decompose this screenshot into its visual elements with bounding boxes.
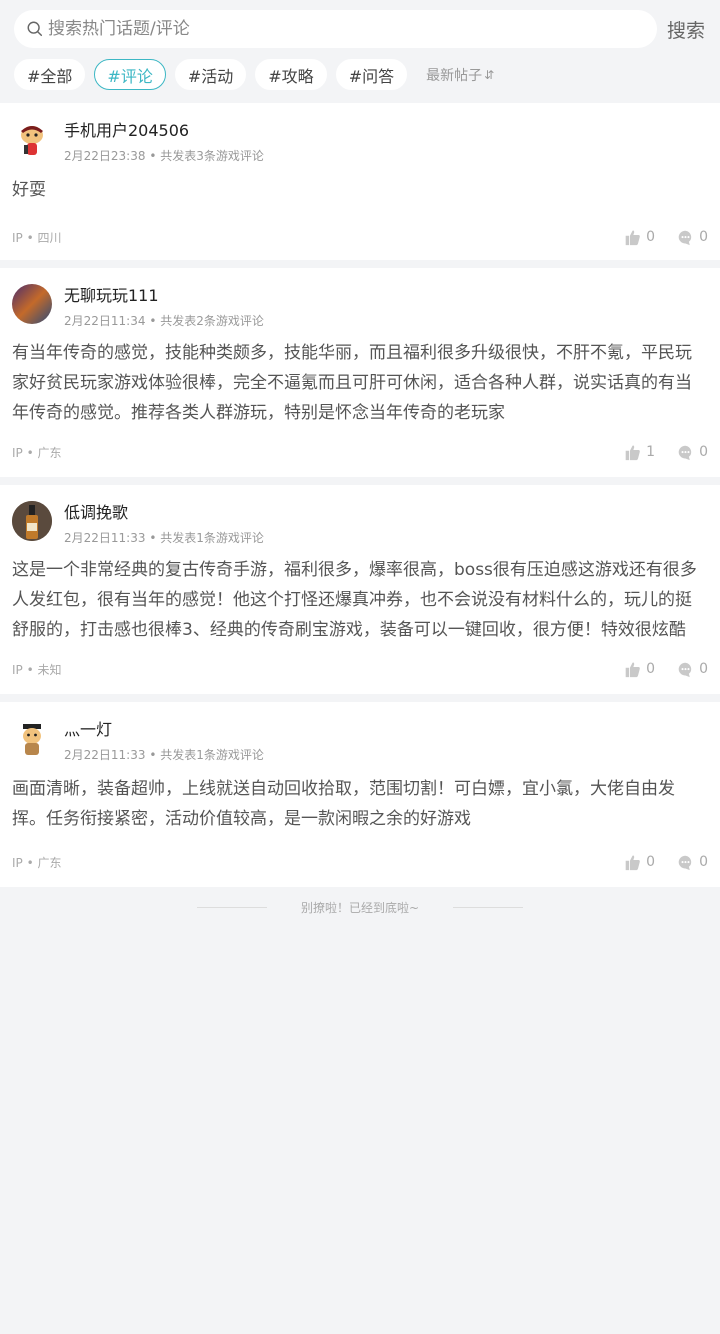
ip-location: IP • 未知 <box>12 662 62 677</box>
comment-icon <box>678 855 692 870</box>
post-header: 灬一灯 2月22日11:33 • 共发表1条游戏评论 <box>12 702 708 772</box>
post-actions: 0 0 <box>602 229 708 246</box>
comment-count: 0 <box>699 661 708 677</box>
review-count: • 共发表3条游戏评论 <box>149 149 264 163</box>
post-date: 2月22日11:34 <box>64 314 146 328</box>
comment-button[interactable]: 0 <box>677 444 708 461</box>
user-info: 手机用户204506 2月22日23:38 • 共发表3条游戏评论 <box>64 119 264 173</box>
avatar[interactable] <box>12 119 52 159</box>
post-actions: 0 0 <box>602 854 708 871</box>
like-count: 0 <box>646 229 656 245</box>
username[interactable]: 无聊玩玩111 <box>64 284 264 308</box>
comment-icon <box>678 445 692 460</box>
like-button[interactable]: 0 <box>624 229 655 246</box>
post-meta: 2月22日11:33 • 共发表1条游戏评论 <box>64 529 264 546</box>
review-count: • 共发表1条游戏评论 <box>149 748 264 762</box>
username[interactable]: 灬一灯 <box>64 718 264 742</box>
like-button[interactable]: 1 <box>624 444 655 461</box>
like-button[interactable]: 0 <box>624 854 655 871</box>
divider <box>453 906 524 908</box>
username[interactable]: 低调挽歌 <box>64 501 264 525</box>
like-button[interactable]: 0 <box>624 661 655 678</box>
comment-count: 0 <box>699 444 708 460</box>
thumbs-up-icon <box>625 854 640 870</box>
comment-button[interactable]: 0 <box>677 661 708 678</box>
post-card[interactable]: 无聊玩玩111 2月22日11:34 • 共发表2条游戏评论 有当年传奇的感觉，… <box>0 268 720 477</box>
tab-review[interactable]: #评论 <box>94 59 166 90</box>
post-actions: 0 0 <box>602 661 708 678</box>
thumbs-up-icon <box>625 444 640 460</box>
username[interactable]: 手机用户204506 <box>64 119 264 143</box>
thumbs-up-icon <box>625 229 640 245</box>
post-date: 2月22日11:33 <box>64 531 146 545</box>
post-meta: 2月22日11:33 • 共发表1条游戏评论 <box>64 746 264 763</box>
user-info: 低调挽歌 2月22日11:33 • 共发表1条游戏评论 <box>64 501 264 555</box>
avatar[interactable] <box>12 284 52 324</box>
tab-guide[interactable]: #攻略 <box>255 59 327 90</box>
comment-icon <box>678 230 692 245</box>
post-content[interactable]: 画面清晰，装备超帅，上线就送自动回收拾取，范围切割！可白嫖，宜小氯，大佬自由发挥… <box>12 772 708 838</box>
comment-count: 0 <box>699 854 708 870</box>
post-meta: 2月22日23:38 • 共发表3条游戏评论 <box>64 147 264 164</box>
search-row: 搜索 <box>14 10 720 48</box>
review-count: • 共发表1条游戏评论 <box>149 531 264 545</box>
post-card[interactable]: 手机用户204506 2月22日23:38 • 共发表3条游戏评论 好耍 IP … <box>0 103 720 260</box>
comment-count: 0 <box>699 229 708 245</box>
avatar[interactable] <box>12 718 52 758</box>
ip-location: IP • 四川 <box>12 230 62 245</box>
ip-location: IP • 广东 <box>12 855 62 870</box>
search-icon <box>27 21 43 37</box>
post-date: 2月22日23:38 <box>64 149 146 163</box>
search-button[interactable]: 搜索 <box>667 16 705 43</box>
user-info: 灬一灯 2月22日11:33 • 共发表1条游戏评论 <box>64 718 264 772</box>
ip-location: IP • 广东 <box>12 445 62 460</box>
post-header: 低调挽歌 2月22日11:33 • 共发表1条游戏评论 <box>12 485 708 555</box>
thumbs-up-icon <box>625 661 640 677</box>
comment-icon <box>678 662 692 677</box>
search-box[interactable] <box>14 10 657 48</box>
avatar[interactable] <box>12 501 52 541</box>
post-footer: IP • 未知 0 0 <box>12 645 708 693</box>
tab-activity[interactable]: #活动 <box>174 59 247 90</box>
post-actions: 1 0 <box>602 444 708 461</box>
post-content[interactable]: 有当年传奇的感觉，技能种类颇多，技能华丽，而且福利很多升级很快，不肝不氪，平民玩… <box>12 338 708 428</box>
comment-button[interactable]: 0 <box>677 854 708 871</box>
topic-tabs: #全部 #评论 #活动 #攻略 #问答 最新帖子 ⇵ <box>14 59 720 90</box>
sort-dropdown[interactable]: 最新帖子 ⇵ <box>426 65 494 85</box>
post-footer: IP • 广东 0 0 <box>12 838 708 886</box>
divider <box>196 906 267 908</box>
post-card[interactable]: 低调挽歌 2月22日11:33 • 共发表1条游戏评论 这是一个非常经典的复古传… <box>0 485 720 694</box>
sort-arrows-icon: ⇵ <box>484 67 495 82</box>
end-of-list: 别撩啦！已经到底啦~ <box>0 887 720 927</box>
user-info: 无聊玩玩111 2月22日11:34 • 共发表2条游戏评论 <box>64 284 264 338</box>
post-header: 无聊玩玩111 2月22日11:34 • 共发表2条游戏评论 <box>12 268 708 338</box>
review-count: • 共发表2条游戏评论 <box>149 314 264 328</box>
post-meta: 2月22日11:34 • 共发表2条游戏评论 <box>64 312 264 329</box>
comment-button[interactable]: 0 <box>677 229 708 246</box>
post-content[interactable]: 这是一个非常经典的复古传奇手游，福利很多，爆率很高，boss很有压迫感这游戏还有… <box>12 555 708 645</box>
tab-qa[interactable]: #问答 <box>335 59 408 90</box>
search-input[interactable] <box>48 19 628 39</box>
like-count: 1 <box>646 444 656 460</box>
tab-all[interactable]: #全部 <box>14 59 86 90</box>
post-card[interactable]: 灬一灯 2月22日11:33 • 共发表1条游戏评论 画面清晰，装备超帅，上线就… <box>0 702 720 887</box>
post-footer: IP • 四川 0 0 <box>12 213 708 261</box>
end-text: 别撩啦！已经到底啦~ <box>300 900 420 915</box>
top-bar: 搜索 #全部 #评论 #活动 #攻略 #问答 最新帖子 ⇵ <box>0 0 720 103</box>
post-header: 手机用户204506 2月22日23:38 • 共发表3条游戏评论 <box>12 103 708 173</box>
post-content[interactable]: 好耍 <box>12 173 708 213</box>
like-count: 0 <box>646 661 656 677</box>
sort-label: 最新帖子 <box>426 67 483 84</box>
post-footer: IP • 广东 1 0 <box>12 428 708 476</box>
like-count: 0 <box>646 854 656 870</box>
post-date: 2月22日11:33 <box>64 748 146 762</box>
